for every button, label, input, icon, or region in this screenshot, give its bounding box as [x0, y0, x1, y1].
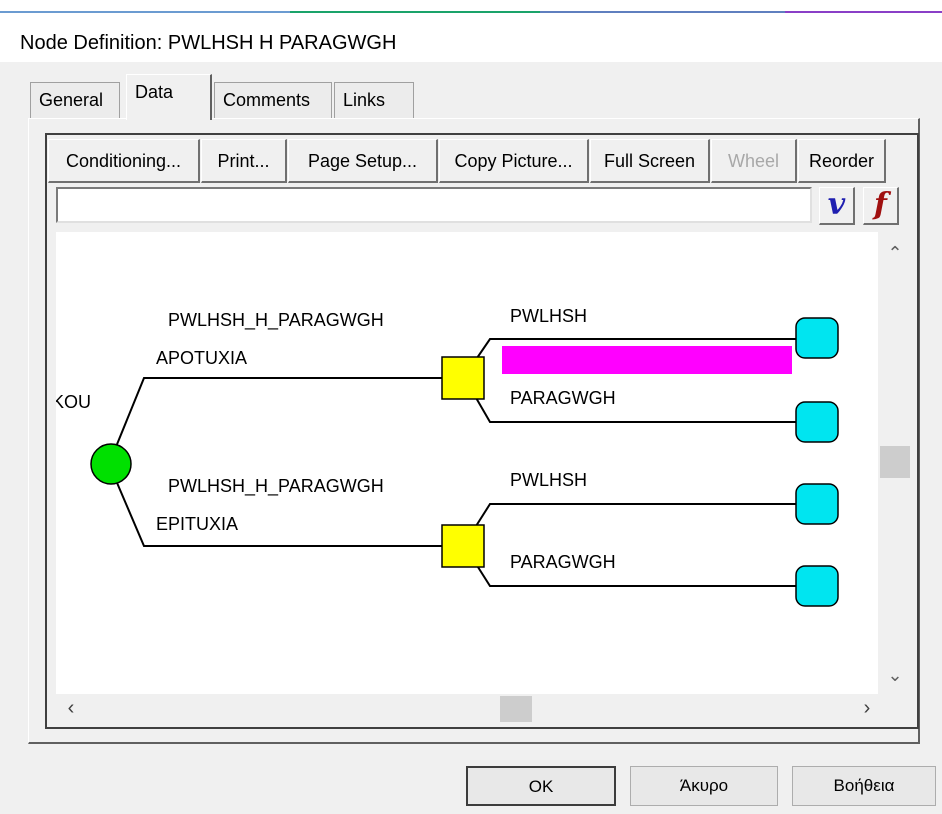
scroll-up-icon[interactable]: ⌃	[878, 238, 912, 268]
option-line-3	[463, 503, 796, 546]
terminal-node-4	[795, 565, 839, 607]
decision-label-1: PWLHSH_H_PARAGWGH	[168, 310, 384, 330]
title-bar: Node Definition: PWLHSH H PARAGWGH	[0, 14, 942, 62]
terminal-node-3	[795, 483, 839, 525]
option-label-1: PWLHSH	[510, 306, 588, 326]
terminal-node-1	[795, 317, 839, 359]
window-title: Node Definition: PWLHSH H PARAGWGH	[20, 32, 397, 54]
scroll-down-icon[interactable]: ⌄	[878, 660, 912, 690]
terminal-node-2	[795, 401, 839, 443]
reorder-button[interactable]: Reorder	[798, 139, 886, 183]
tab-data[interactable]: Data	[126, 74, 212, 120]
horizontal-scrollbar[interactable]: ‹ ›	[56, 694, 912, 724]
branch-label-epituxia: EPITUXIA	[156, 514, 239, 534]
horizontal-scroll-thumb[interactable]	[500, 696, 532, 722]
formula-input[interactable]	[56, 187, 812, 223]
option-label-4: PARAGWGH	[510, 552, 616, 572]
wheel-button: Wheel	[711, 139, 797, 183]
variable-button[interactable]: v	[819, 187, 855, 225]
top-accent-line	[0, 0, 942, 14]
decision-node-1	[441, 356, 485, 400]
page-setup-button[interactable]: Page Setup...	[288, 139, 438, 183]
ok-button[interactable]: OK	[466, 766, 616, 806]
tree-canvas[interactable]: KOU PWLHSH_H_PARAGWGH APOTUXIA PWLHSH PA…	[56, 232, 878, 694]
help-button[interactable]: Βοήθεια	[792, 766, 936, 806]
cancel-button[interactable]: Άκυρο	[630, 766, 778, 806]
option-label-2: PARAGWGH	[510, 388, 616, 408]
conditioning-button[interactable]: Conditioning...	[48, 139, 200, 183]
vertical-scroll-thumb[interactable]	[880, 446, 910, 478]
function-button[interactable]: f	[863, 187, 899, 225]
branch-label-apotuxia: APOTUXIA	[156, 348, 248, 368]
full-screen-button[interactable]: Full Screen	[590, 139, 710, 183]
selection-highlight	[502, 346, 792, 374]
tree-diagram	[90, 317, 839, 607]
vertical-scrollbar[interactable]: ⌃ ⌄	[878, 232, 912, 694]
root-label: KOU	[56, 392, 92, 412]
branch-line-apotuxia	[108, 377, 442, 465]
tab-comments[interactable]: Comments	[214, 82, 332, 118]
tab-general[interactable]: General	[30, 82, 120, 118]
scroll-right-icon[interactable]: ›	[852, 694, 882, 724]
copy-picture-button[interactable]: Copy Picture...	[439, 139, 589, 183]
tab-links[interactable]: Links	[334, 82, 414, 118]
scroll-left-icon[interactable]: ‹	[56, 694, 86, 724]
print-button[interactable]: Print...	[201, 139, 287, 183]
decision-label-2: PWLHSH_H_PARAGWGH	[168, 476, 384, 496]
chance-node-kou	[90, 443, 132, 485]
decision-node-2	[441, 524, 485, 568]
option-label-3: PWLHSH	[510, 470, 588, 490]
